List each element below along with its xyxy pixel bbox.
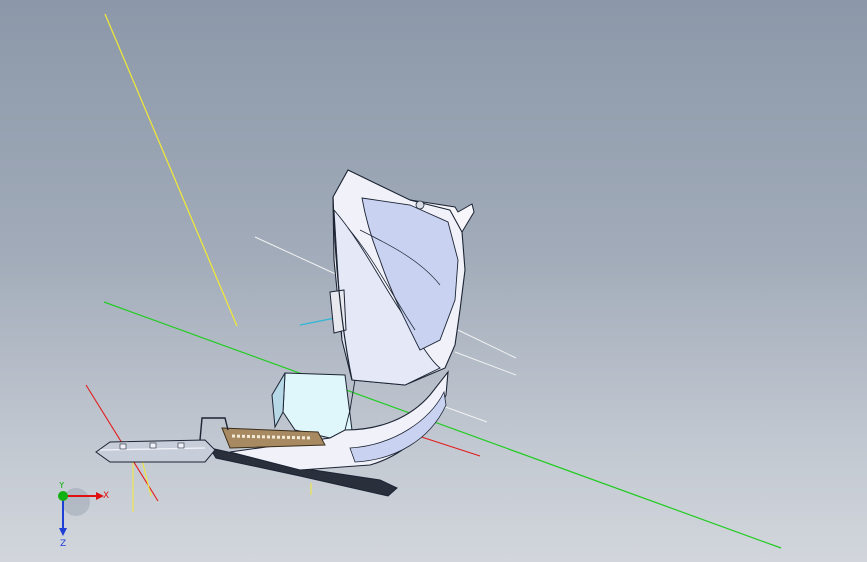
construction-line-white-r3 (439, 404, 488, 423)
triad-y-label: Y (58, 482, 65, 491)
construction-line-white-top (254, 236, 341, 277)
reference-triad-icon: X Y Z (58, 482, 109, 549)
construction-line-white-r2 (454, 351, 517, 376)
duct-boss (415, 200, 425, 210)
construction-line-white-r1 (457, 329, 517, 359)
triad-z-label: Z (60, 539, 66, 549)
model-view[interactable] (0, 0, 867, 562)
reference-triad[interactable]: X Y Z (48, 482, 118, 552)
left-mount-hole-1 (119, 443, 127, 450)
triad-y-origin (58, 491, 68, 501)
triad-x-label: X (103, 491, 109, 501)
left-mount-hole-2 (149, 442, 157, 449)
lower-bracket-lip[interactable] (271, 372, 286, 429)
construction-line-yellow (104, 13, 238, 327)
graphics-viewport[interactable]: X Y Z (0, 0, 867, 562)
left-mount-hole-3 (177, 442, 185, 449)
triad-z-arrow (59, 528, 67, 536)
construction-line-cyan (299, 317, 336, 326)
lower-bracket-body[interactable] (282, 372, 353, 439)
